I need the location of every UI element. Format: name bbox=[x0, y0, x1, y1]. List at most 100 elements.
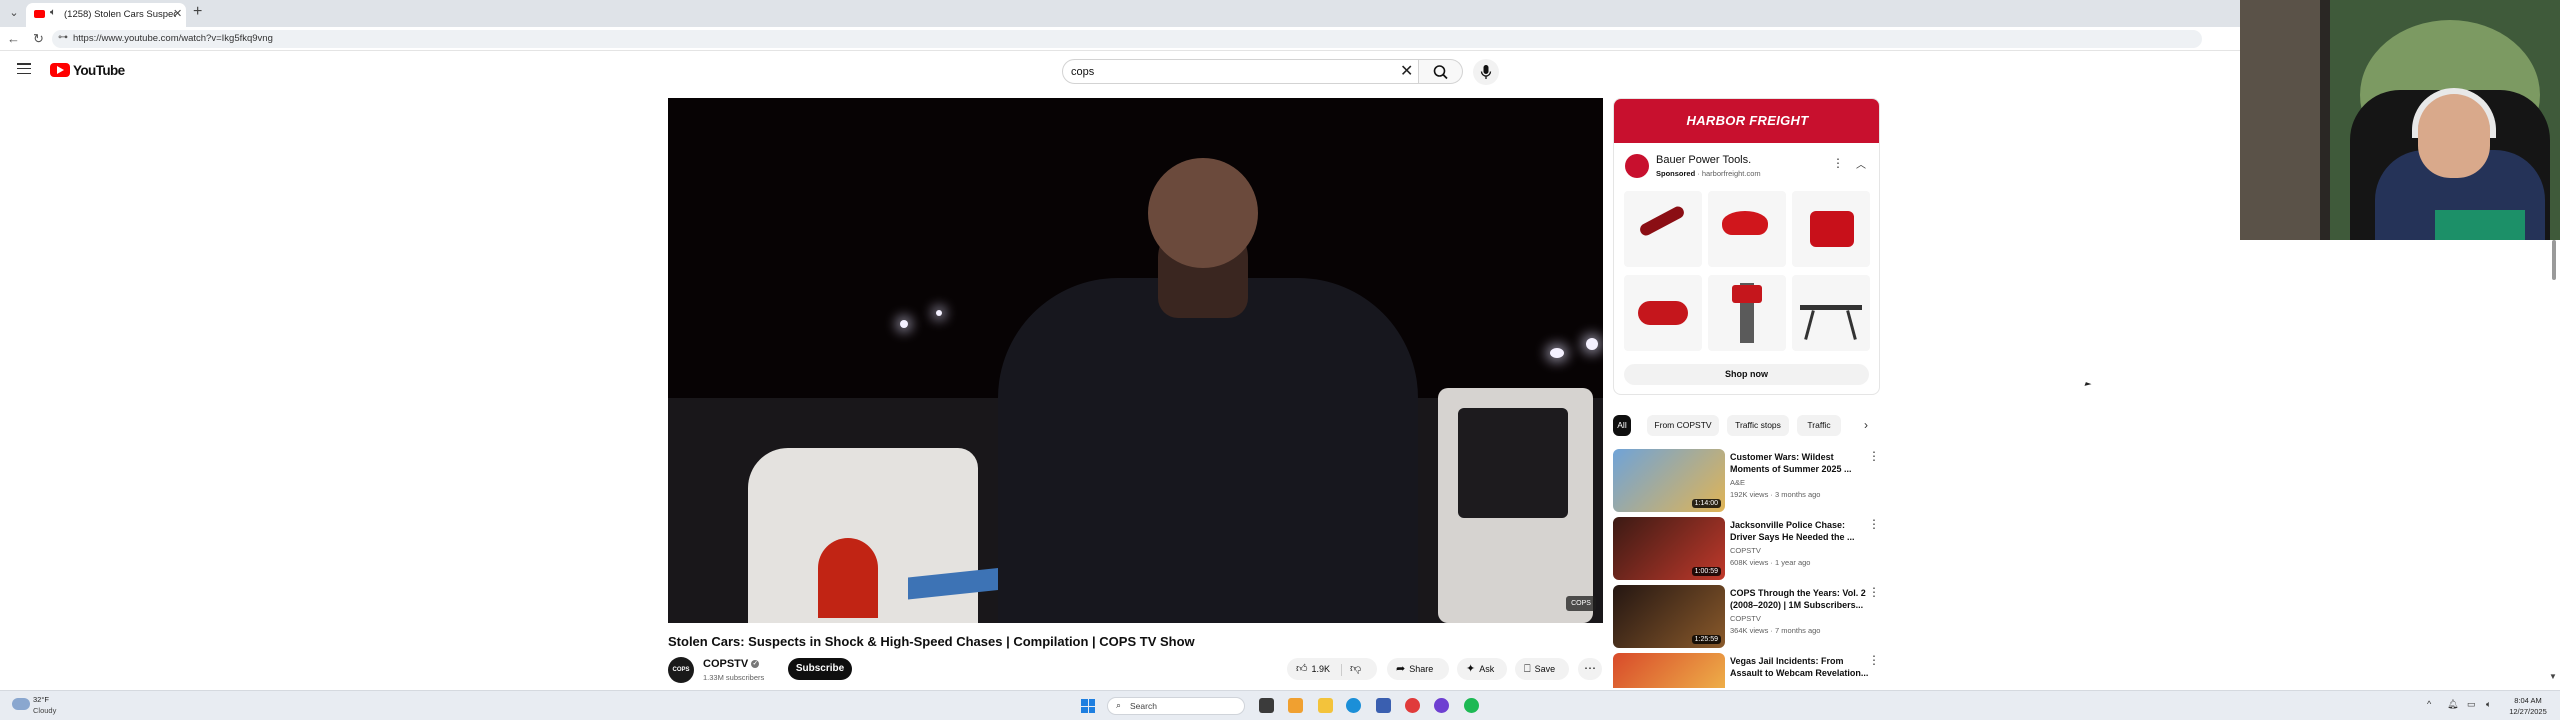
tab-search-chevron-icon[interactable]: ⌄ bbox=[5, 4, 23, 22]
ad-product-tile[interactable] bbox=[1624, 275, 1702, 351]
recommended-video[interactable]: Vegas Jail Incidents: From Assault to We… bbox=[1613, 653, 1880, 688]
like-count[interactable]: 1.9K bbox=[1312, 664, 1331, 674]
chip-traffic[interactable]: Traffic bbox=[1797, 415, 1841, 436]
clock-date[interactable]: 12/27/2025 bbox=[2505, 707, 2551, 716]
more-options-icon[interactable]: ⋮ bbox=[1868, 585, 1880, 599]
video-channel[interactable]: COPSTV bbox=[1730, 614, 1761, 623]
url-text[interactable]: https://www.youtube.com/watch?v=Ikg5fkq9… bbox=[73, 33, 273, 44]
app-icon[interactable] bbox=[1376, 698, 1391, 713]
collapse-chevron-icon[interactable]: ︿ bbox=[1856, 156, 1866, 171]
chip-from-copstv[interactable]: From COPSTV bbox=[1647, 415, 1719, 436]
youtube-logo[interactable]: YouTube bbox=[50, 62, 125, 78]
video-title[interactable]: Jacksonville Police Chase: Driver Says H… bbox=[1730, 519, 1870, 543]
ad-product-tile[interactable] bbox=[1624, 191, 1702, 267]
recommended-video[interactable]: 1:25:59 COPS Through the Years: Vol. 2 (… bbox=[1613, 585, 1880, 649]
windows-start-icon[interactable] bbox=[1081, 699, 1095, 713]
more-options-icon[interactable]: ⋮ bbox=[1868, 517, 1880, 531]
spotify-icon[interactable] bbox=[1464, 698, 1479, 713]
app-icon[interactable] bbox=[1288, 698, 1303, 713]
ad-title[interactable]: Bauer Power Tools. bbox=[1656, 154, 1751, 166]
notification-bell-icon[interactable]: 🔔︎ bbox=[2447, 699, 2458, 710]
weather-temperature[interactable]: 32°F bbox=[33, 695, 49, 704]
more-actions-button[interactable]: ⋯ bbox=[1578, 658, 1602, 680]
ad-menu-icon[interactable]: ⋮ bbox=[1832, 156, 1844, 170]
edge-browser-icon[interactable] bbox=[1346, 698, 1361, 713]
thumbs-up-icon[interactable]: 👍︎ bbox=[1296, 658, 1308, 680]
microphone-icon bbox=[1480, 65, 1492, 79]
video-player[interactable]: COPS bbox=[668, 98, 1603, 623]
recommended-video[interactable]: 1:00:59 Jacksonville Police Chase: Drive… bbox=[1613, 517, 1880, 581]
channel-avatar[interactable]: COPS bbox=[668, 657, 694, 683]
clock-time[interactable]: 8:04 AM bbox=[2508, 696, 2548, 705]
cloud-icon[interactable] bbox=[12, 698, 30, 710]
page-scrollbar[interactable] bbox=[2552, 240, 2557, 680]
voice-search-button[interactable] bbox=[1473, 59, 1499, 85]
reload-icon[interactable]: ↻ bbox=[33, 31, 44, 47]
video-thumbnail[interactable]: 1:00:59 bbox=[1613, 517, 1725, 580]
video-thumbnail[interactable] bbox=[1613, 653, 1725, 688]
video-thumbnail[interactable]: 1:25:59 bbox=[1613, 585, 1725, 648]
network-icon[interactable]: ▭ bbox=[2467, 699, 2476, 710]
address-bar[interactable]: ⊶ https://www.youtube.com/watch?v=Ikg5fk… bbox=[52, 30, 2202, 48]
video-title[interactable]: Customer Wars: Wildest Moments of Summer… bbox=[1730, 451, 1870, 475]
taskbar-search-placeholder: Search bbox=[1130, 701, 1157, 711]
browser-tab-strip: ⌄ 🔈︎ (1258) Stolen Cars Suspects in ✕ + bbox=[0, 0, 2240, 27]
sponsored-label: Sponsored bbox=[1656, 169, 1696, 178]
browser-toolbar: ← ↻ ⊶ https://www.youtube.com/watch?v=Ik… bbox=[0, 27, 2240, 51]
scrollbar-thumb[interactable] bbox=[2552, 240, 2556, 280]
ad-banner[interactable]: HARBOR FREIGHT bbox=[1614, 99, 1879, 143]
chip-all[interactable]: All bbox=[1613, 415, 1631, 436]
share-button[interactable]: ➦ Share bbox=[1387, 658, 1449, 680]
video-channel[interactable]: A&E bbox=[1730, 478, 1745, 487]
more-options-icon[interactable]: ⋮ bbox=[1868, 449, 1880, 463]
video-title[interactable]: Vegas Jail Incidents: From Assault to We… bbox=[1730, 655, 1870, 679]
youtube-play-icon bbox=[50, 63, 70, 77]
app-icon[interactable] bbox=[1405, 698, 1420, 713]
file-explorer-icon[interactable] bbox=[1318, 698, 1333, 713]
tab-close-icon[interactable]: ✕ bbox=[173, 7, 182, 20]
site-info-icon[interactable]: ⊶ bbox=[58, 32, 68, 43]
search-input[interactable] bbox=[1071, 64, 1391, 80]
channel-name[interactable]: COPSTV bbox=[703, 658, 748, 670]
speaker-icon[interactable]: 🔈︎ bbox=[50, 7, 56, 18]
save-label: Save bbox=[1534, 664, 1556, 674]
search-box[interactable] bbox=[1062, 59, 1419, 84]
chip-traffic-stops[interactable]: Traffic stops bbox=[1727, 415, 1789, 436]
video-thumbnail[interactable]: 1:14:00 bbox=[1613, 449, 1725, 512]
browser-tab-youtube[interactable]: 🔈︎ (1258) Stolen Cars Suspects in ✕ bbox=[26, 3, 186, 27]
search-button[interactable] bbox=[1419, 59, 1463, 84]
ad-product-tile[interactable] bbox=[1792, 191, 1870, 267]
back-arrow-icon[interactable]: ← bbox=[7, 31, 20, 46]
advertiser-logo[interactable] bbox=[1625, 154, 1649, 178]
ad-product-tile[interactable] bbox=[1708, 275, 1786, 351]
subscribe-button[interactable]: Subscribe bbox=[788, 658, 852, 680]
volume-icon[interactable]: 🔈︎ bbox=[2486, 699, 2491, 710]
taskbar-search[interactable]: ⌕ Search bbox=[1107, 697, 1245, 715]
sponsored-ad-card[interactable]: HARBOR FREIGHT Bauer Power Tools. Sponso… bbox=[1613, 98, 1880, 395]
search-icon bbox=[1433, 65, 1448, 80]
polisher-image bbox=[1722, 211, 1768, 235]
chevron-right-icon[interactable]: › bbox=[1856, 415, 1876, 436]
save-button[interactable]: ⎕ Save bbox=[1515, 658, 1569, 680]
thumbs-down-icon[interactable]: 👎︎ bbox=[1350, 663, 1361, 675]
task-view-icon[interactable] bbox=[1259, 698, 1274, 713]
video-title[interactable]: COPS Through the Years: Vol. 2 (2008–202… bbox=[1730, 587, 1870, 611]
video-channel[interactable]: COPSTV bbox=[1730, 546, 1761, 555]
weather-condition[interactable]: Cloudy bbox=[33, 706, 56, 715]
ad-product-tile[interactable] bbox=[1708, 191, 1786, 267]
shop-now-button[interactable]: Shop now bbox=[1624, 364, 1869, 385]
more-options-icon[interactable]: ⋮ bbox=[1868, 653, 1880, 667]
recommended-video[interactable]: 1:14:00 Customer Wars: Wildest Moments o… bbox=[1613, 449, 1880, 513]
hamburger-menu-icon[interactable] bbox=[17, 63, 31, 74]
ask-button[interactable]: ✦ Ask bbox=[1457, 658, 1507, 680]
tray-chevron-up-icon[interactable]: ^ bbox=[2427, 699, 2431, 709]
ad-product-tile[interactable] bbox=[1792, 275, 1870, 351]
webcam-overlay bbox=[2240, 0, 2560, 240]
scroll-down-arrow-icon[interactable]: ▼ bbox=[2549, 672, 2557, 681]
new-tab-icon[interactable]: + bbox=[193, 3, 202, 21]
ad-banner-text: HARBOR FREIGHT bbox=[1686, 113, 1809, 128]
bench-grinder-image bbox=[1638, 301, 1688, 325]
app-icon[interactable] bbox=[1434, 698, 1449, 713]
clear-search-icon[interactable]: ✕ bbox=[1400, 61, 1413, 81]
channel-name-row[interactable]: COPSTV ✓ bbox=[703, 658, 760, 670]
